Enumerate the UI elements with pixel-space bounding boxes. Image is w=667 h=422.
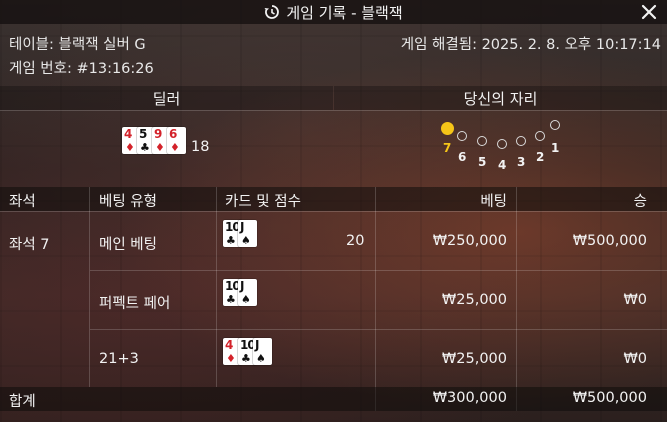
seat-number: 4	[498, 158, 507, 172]
playing-card: J ♠	[238, 279, 257, 306]
seat-marker-7	[441, 122, 454, 135]
table-header: 좌석 베팅 유형 카드 및 점수 베팅 승	[0, 187, 667, 211]
card-suit-icon: ♠	[256, 352, 266, 365]
win-amount: ₩0	[623, 351, 647, 367]
table-name: 테이블: 블랙잭 실버 G	[9, 37, 146, 53]
bet-type-cell: 21+3	[99, 351, 139, 367]
bet-amount: ₩25,000	[441, 351, 507, 367]
seat-marker-5	[477, 136, 487, 146]
dealer-header: 딜러	[0, 86, 333, 110]
bet-amount: ₩25,000	[441, 292, 507, 308]
bet-type-cell: 메인 베팅	[99, 237, 157, 253]
card-rank: 4	[124, 127, 132, 141]
seat-number: 5	[478, 155, 487, 169]
card-suit-icon: ♠	[241, 293, 251, 306]
seat-marker-2	[535, 131, 545, 141]
game-number: 게임 번호: #13:16:26	[9, 61, 154, 77]
resolved-time: 게임 해결됨: 2025. 2. 8. 오후 10:17:14	[400, 37, 661, 53]
col-cards: 카드 및 점수	[225, 194, 301, 210]
title-bar: 게임 기록 - 블랙잭	[0, 0, 667, 24]
dealer-score: 18	[191, 139, 210, 155]
divider	[0, 110, 667, 111]
total-win: ₩500,000	[572, 390, 647, 406]
col-bet-type: 베팅 유형	[99, 194, 157, 210]
hand-score: 20	[346, 233, 365, 249]
playing-card: J ♠	[238, 220, 257, 247]
col-win: 승	[633, 194, 647, 210]
card-suit-icon: ♦	[155, 141, 165, 154]
seat-marker-3	[516, 136, 526, 146]
seat-number: 7	[443, 141, 452, 155]
col-seat: 좌석	[9, 194, 36, 210]
total-label: 합계	[9, 394, 36, 410]
seat-number: 1	[551, 141, 560, 155]
seat-number: 6	[458, 150, 467, 164]
playing-card: J ♠	[253, 338, 272, 365]
total-bet: ₩300,000	[432, 390, 507, 406]
seat-number: 2	[536, 150, 545, 164]
col-bet: 베팅	[480, 194, 507, 210]
seat-marker-1	[550, 120, 560, 130]
card-rank: J	[240, 220, 245, 234]
game-history-window: 게임 기록 - 블랙잭 테이블: 블랙잭 실버 G 게임 번호: #13:16:…	[0, 0, 667, 422]
card-suit-icon: ♣	[241, 352, 251, 365]
card-suit-icon: ♦	[170, 141, 180, 154]
card-suit-icon: ♦	[125, 141, 135, 154]
win-amount: ₩500,000	[572, 233, 647, 249]
card-rank: J	[255, 338, 260, 352]
card-suit-icon: ♦	[226, 352, 236, 365]
seat-marker-6	[457, 131, 467, 141]
card-rank: 4	[225, 338, 233, 352]
close-icon[interactable]	[639, 2, 659, 22]
card-rank: 5	[139, 127, 147, 141]
history-icon	[264, 5, 280, 19]
total-row: 합계 ₩300,000 ₩500,000	[0, 387, 667, 411]
window-title: 게임 기록 - 블랙잭	[286, 3, 403, 22]
seat-marker-4	[497, 139, 507, 149]
card-suit-icon: ♠	[241, 234, 251, 247]
bet-amount: ₩250,000	[432, 233, 507, 249]
card-rank: 9	[154, 127, 162, 141]
bet-type-cell: 퍼펙트 페어	[99, 296, 171, 312]
card-suit-icon: ♣	[226, 234, 236, 247]
card-suit-icon: ♣	[140, 141, 150, 154]
seat-number: 3	[517, 155, 526, 169]
win-amount: ₩0	[623, 292, 647, 308]
card-rank: 6	[169, 127, 177, 141]
seat-header: 당신의 자리	[334, 86, 667, 110]
playing-card: 6 ♦	[167, 127, 186, 154]
card-rank: J	[240, 279, 245, 293]
card-suit-icon: ♣	[226, 293, 236, 306]
